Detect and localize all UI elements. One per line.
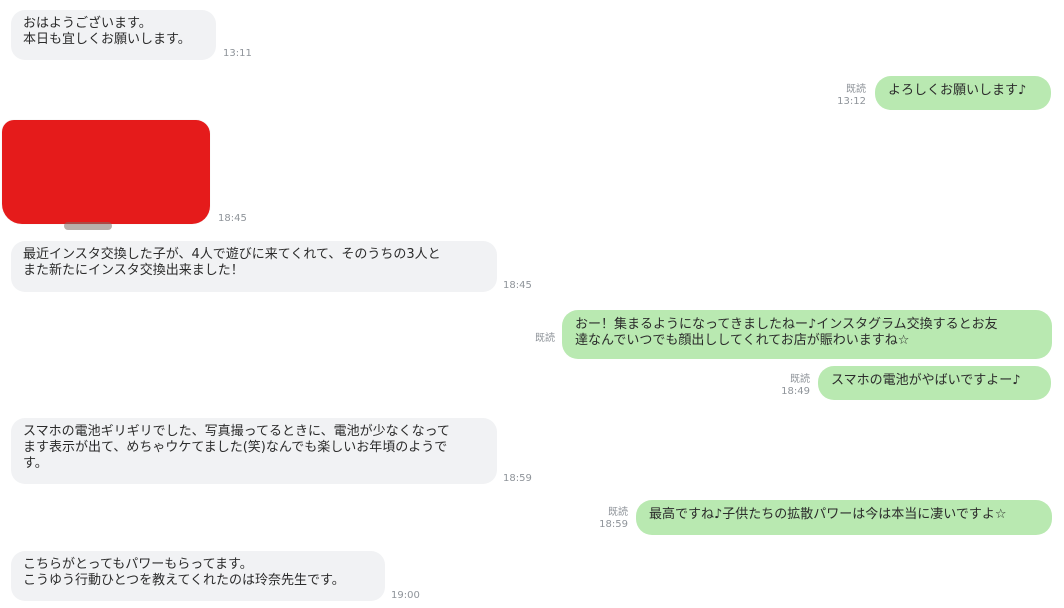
incoming-message-bubble: スマホの電池ギリギリでした、写真撮ってるときに、電池が少なくなって ます表示が出… bbox=[11, 418, 497, 484]
message-time: 18:45 bbox=[503, 280, 532, 291]
message-meta: 既読 13:12 bbox=[816, 84, 866, 108]
message-time: 13:12 bbox=[837, 96, 866, 107]
message-time: 18:59 bbox=[503, 473, 532, 484]
message-meta: 既読 bbox=[520, 333, 555, 345]
message-time: 18:59 bbox=[599, 519, 628, 530]
read-indicator: 既読 bbox=[790, 374, 810, 385]
outgoing-message-bubble: 最高ですね♪子供たちの拡散パワーは今は本当に凄いですよ☆ bbox=[636, 500, 1052, 535]
message-meta: 18:45 bbox=[218, 213, 258, 225]
redacted-photo bbox=[2, 120, 210, 230]
chat-history: おはようございます。 本日も宜しくお願いします。 13:11 既読 13:12 … bbox=[0, 0, 1064, 608]
message-meta: 既読 18:59 bbox=[586, 507, 628, 531]
outgoing-message-bubble: おー！集まるようになってきましたねー♪インスタグラム交換するとお友 達なんでいつ… bbox=[562, 310, 1052, 359]
read-indicator: 既読 bbox=[846, 84, 866, 95]
message-meta: 19:00 bbox=[391, 590, 431, 602]
message-meta: 既読 18:49 bbox=[766, 374, 810, 398]
outgoing-message-bubble: スマホの電池がやばいですよー♪ bbox=[818, 366, 1051, 400]
message-time: 19:00 bbox=[391, 590, 420, 601]
message-time: 18:49 bbox=[781, 386, 810, 397]
message-time: 13:11 bbox=[223, 48, 252, 59]
message-meta: 18:59 bbox=[503, 473, 543, 485]
read-indicator: 既読 bbox=[608, 507, 628, 518]
incoming-message-bubble: おはようございます。 本日も宜しくお願いします。 bbox=[11, 10, 216, 60]
outgoing-message-bubble: よろしくお願いします♪ bbox=[875, 76, 1051, 110]
message-meta: 18:45 bbox=[503, 280, 543, 292]
read-indicator: 既読 bbox=[535, 333, 555, 344]
message-time: 18:45 bbox=[218, 213, 247, 224]
message-meta: 13:11 bbox=[223, 48, 263, 60]
incoming-message-bubble: こちらがとってもパワーもらってます。 こうゆう行動ひとつを教えてくれたのは玲奈先… bbox=[11, 551, 385, 601]
incoming-message-bubble: 最近インスタ交換した子が、4人で遊びに来てくれて、そのうちの3人と また新たにイ… bbox=[11, 241, 497, 292]
